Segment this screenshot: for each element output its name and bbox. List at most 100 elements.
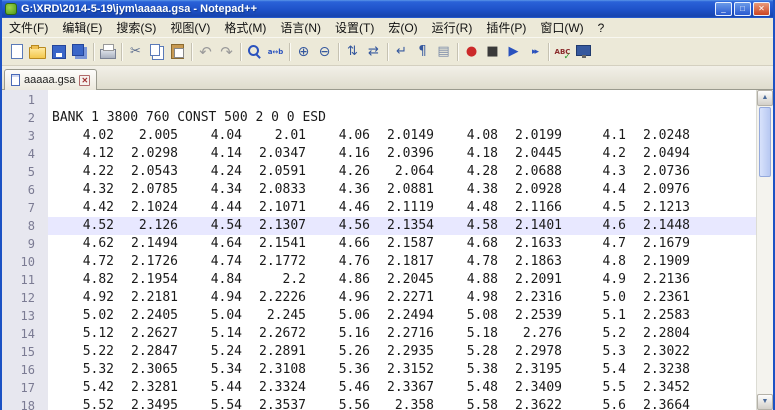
new-file-icon[interactable] xyxy=(6,41,27,62)
line-number[interactable]: 15 xyxy=(2,343,48,361)
tab-label: aaaaa.gsa xyxy=(24,74,76,86)
editor: 1 2 BANK 1 3800 760 CONST 500 2 0 0 ESD 3 4.… xyxy=(2,90,773,410)
line-number[interactable]: 12 xyxy=(2,289,48,307)
menu-item[interactable]: 设置(T) xyxy=(328,17,381,38)
toolbar-separator xyxy=(387,42,388,61)
line-number[interactable]: 1 xyxy=(2,91,48,109)
line-number[interactable]: 5 xyxy=(2,163,48,181)
line-content[interactable]: 5.22 2.2847 5.24 2.2891 5.26 2.2935 5.28 2.2978… xyxy=(48,343,756,361)
word-wrap-icon[interactable]: ↵ xyxy=(391,41,412,62)
redo-icon[interactable]: ↷ xyxy=(216,41,237,62)
editor-line: 14 5.12 2.2627 5.14 2.2672 5.16 2.2716 5.18 2.27… xyxy=(2,325,756,343)
editor-line: 7 4.42 2.1024 4.44 2.1071 4.46 2.1119 4.48 2.116… xyxy=(2,199,756,217)
window-title: G:\XRD\2014-5-19\jym\aaaaa.gsa - Notepad… xyxy=(21,3,257,15)
line-content[interactable]: 4.22 2.0543 4.24 2.0591 4.26 2.064 4.28 2.0688 4… xyxy=(48,163,756,181)
line-content[interactable]: 4.62 2.1494 4.64 2.1541 4.66 2.1587 4.68 2.1633… xyxy=(48,235,756,253)
line-number[interactable]: 18 xyxy=(2,397,48,410)
line-content[interactable]: 5.12 2.2627 5.14 2.2672 5.16 2.2716 5.18 2.276 5… xyxy=(48,325,756,343)
line-number[interactable]: 4 xyxy=(2,145,48,163)
maximize-button[interactable]: □ xyxy=(734,2,751,16)
notepadpp-icon[interactable] xyxy=(5,3,17,15)
menu-item[interactable]: 文件(F) xyxy=(2,17,55,38)
save-all-icon[interactable] xyxy=(69,41,90,62)
copy-icon[interactable] xyxy=(146,41,167,62)
menu-item[interactable]: 语言(N) xyxy=(273,17,328,38)
scrollbar-track[interactable] xyxy=(757,178,773,394)
line-number[interactable]: 13 xyxy=(2,307,48,325)
open-file-icon[interactable] xyxy=(27,41,48,62)
line-content[interactable]: 5.52 2.3495 5.54 2.3537 5.56 2.358 5.58 2.3622 5… xyxy=(48,397,756,410)
line-content[interactable]: 4.12 2.0298 4.14 2.0347 4.16 2.0396 4.18 2.0445… xyxy=(48,145,756,163)
sync-vertical-icon[interactable]: ⇅ xyxy=(342,41,363,62)
line-content[interactable]: 4.32 2.0785 4.34 2.0833 4.36 2.0881 4.38 2.0928… xyxy=(48,181,756,199)
line-number[interactable]: 10 xyxy=(2,253,48,271)
menu-item[interactable]: 插件(P) xyxy=(479,17,533,38)
menu-item[interactable]: 格式(M) xyxy=(217,17,273,38)
show-all-chars-icon[interactable]: ¶ xyxy=(412,41,433,62)
menu-item[interactable]: ? xyxy=(591,19,612,37)
cut-icon[interactable]: ✂ xyxy=(125,41,146,62)
editor-line: 15 5.22 2.2847 5.24 2.2891 5.26 2.2935 5.28 2.29… xyxy=(2,343,756,361)
tab-aaaaa-gsa[interactable]: aaaaa.gsa ✕ xyxy=(4,69,98,90)
spell-check-icon[interactable]: ABC xyxy=(552,41,573,63)
line-content[interactable]: 5.32 2.3065 5.34 2.3108 5.36 2.3152 5.38 2.3195… xyxy=(48,361,756,379)
line-number[interactable]: 14 xyxy=(2,325,48,343)
indent-guide-icon[interactable]: ▤ xyxy=(433,41,454,62)
line-number[interactable]: 3 xyxy=(2,127,48,145)
zoom-in-icon[interactable]: ⊕ xyxy=(293,41,314,62)
line-content[interactable]: 4.02 2.005 4.04 2.01 4.06 2.0149 4.08 2.0199 4.1… xyxy=(48,127,756,145)
save-icon[interactable] xyxy=(48,41,69,62)
menu-item[interactable]: 宏(O) xyxy=(381,17,424,38)
doc-monitor-icon[interactable] xyxy=(573,41,594,62)
menu-item[interactable]: 编辑(E) xyxy=(55,17,109,38)
line-content[interactable]: 4.72 2.1726 4.74 2.1772 4.76 2.1817 4.78 2.1863… xyxy=(48,253,756,271)
line-content[interactable]: BANK 1 3800 760 CONST 500 2 0 0 ESD xyxy=(48,109,756,127)
line-number[interactable]: 9 xyxy=(2,235,48,253)
find-icon[interactable] xyxy=(244,41,265,62)
line-content[interactable]: 4.82 2.1954 4.84 2.2 4.86 2.2045 4.88 2.2091 4.9… xyxy=(48,271,756,289)
run-macro-multiple-icon[interactable]: ▸▸ xyxy=(524,41,545,62)
toolbar-separator xyxy=(121,42,122,61)
line-number[interactable]: 11 xyxy=(2,271,48,289)
menu-item[interactable]: 搜索(S) xyxy=(109,17,163,38)
scrollbar-thumb[interactable] xyxy=(759,107,771,177)
editor-line: 9 4.62 2.1494 4.64 2.1541 4.66 2.1587 4.68 2.163… xyxy=(2,235,756,253)
record-macro-icon[interactable]: ● xyxy=(461,41,482,62)
line-number[interactable]: 8 xyxy=(2,217,48,235)
play-macro-icon[interactable]: ▶ xyxy=(503,41,524,62)
close-button[interactable]: ✕ xyxy=(753,2,770,16)
menu-item[interactable]: 运行(R) xyxy=(425,17,480,38)
line-content[interactable]: 4.92 2.2181 4.94 2.2226 4.96 2.2271 4.98 2.2316… xyxy=(48,289,756,307)
stop-macro-icon[interactable]: ■ xyxy=(482,41,503,62)
zoom-out-icon[interactable]: ⊖ xyxy=(314,41,335,62)
editor-line: 3 4.02 2.005 4.04 2.01 4.06 2.0149 4.08 2.0199 4.… xyxy=(2,127,756,145)
sync-horizontal-icon[interactable]: ⇄ xyxy=(363,41,384,62)
scroll-up-arrow[interactable]: ▲ xyxy=(757,90,773,106)
toolbar-separator xyxy=(240,42,241,61)
menu-item[interactable]: 窗口(W) xyxy=(533,17,590,38)
line-number[interactable]: 6 xyxy=(2,181,48,199)
undo-icon[interactable]: ↶ xyxy=(195,41,216,62)
editor-line: 13 5.02 2.2405 5.04 2.245 5.06 2.2494 5.08 2.253… xyxy=(2,307,756,325)
tab-close-icon[interactable]: ✕ xyxy=(79,74,91,86)
editor-line: 8 4.52 2.126 4.54 2.1307 4.56 2.1354 4.58 2.1401… xyxy=(2,217,756,235)
line-content[interactable]: 5.42 2.3281 5.44 2.3324 5.46 2.3367 5.48 2.3409… xyxy=(48,379,756,397)
editor-lines[interactable]: 1 2 BANK 1 3800 760 CONST 500 2 0 0 ESD 3 4.… xyxy=(2,90,756,410)
line-number[interactable]: 16 xyxy=(2,361,48,379)
title-bar: G:\XRD\2014-5-19\jym\aaaaa.gsa - Notepad… xyxy=(2,0,773,18)
paste-icon[interactable] xyxy=(167,41,188,62)
line-number[interactable]: 17 xyxy=(2,379,48,397)
menu-item[interactable]: 视图(V) xyxy=(163,17,217,38)
replace-icon[interactable]: a↔b xyxy=(265,41,286,62)
line-content[interactable]: 5.02 2.2405 5.04 2.245 5.06 2.2494 5.08 2.2539 5… xyxy=(48,307,756,325)
line-content[interactable]: 4.52 2.126 4.54 2.1307 4.56 2.1354 4.58 2.1401 4… xyxy=(48,217,756,235)
line-content[interactable] xyxy=(48,91,756,109)
line-content[interactable]: 4.42 2.1024 4.44 2.1071 4.46 2.1119 4.48 2.1166… xyxy=(48,199,756,217)
line-number[interactable]: 7 xyxy=(2,199,48,217)
notepadpp-window: G:\XRD\2014-5-19\jym\aaaaa.gsa - Notepad… xyxy=(0,0,775,410)
line-number[interactable]: 2 xyxy=(2,109,48,127)
editor-line: 12 4.92 2.2181 4.94 2.2226 4.96 2.2271 4.98 2.23… xyxy=(2,289,756,307)
minimize-button[interactable]: _ xyxy=(715,2,732,16)
scroll-down-arrow[interactable]: ▼ xyxy=(757,394,773,410)
print-icon[interactable] xyxy=(97,41,118,62)
